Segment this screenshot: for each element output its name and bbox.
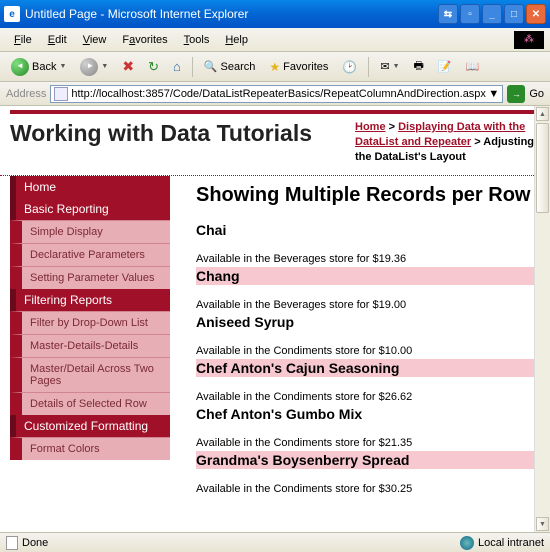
address-input[interactable]: http://localhost:3857/Code/DataListRepea…	[50, 85, 503, 103]
window-titlebar: e Untitled Page - Microsoft Internet Exp…	[0, 0, 550, 28]
go-button[interactable]: →	[507, 85, 525, 103]
status-zone: Local intranet	[460, 536, 544, 550]
refresh-icon: ↻	[148, 59, 159, 75]
page-title: Working with Data Tutorials	[10, 120, 339, 165]
home-icon: ⌂	[173, 59, 181, 74]
star-icon: ★	[269, 60, 280, 74]
menu-tools[interactable]: Tools	[176, 32, 218, 48]
sidebar: Home Basic Reporting Simple Display Decl…	[10, 176, 170, 506]
stop-icon: ✖	[122, 58, 134, 75]
search-icon: 🔍	[204, 60, 218, 73]
sidebar-cat-basic[interactable]: Basic Reporting	[10, 198, 170, 220]
product-availability: Available in the Condiments store for $3…	[196, 483, 542, 495]
product-availability: Available in the Beverages store for $19…	[196, 253, 542, 265]
edit-button[interactable]: 📝	[433, 58, 457, 75]
sidebar-item[interactable]: Declarative Parameters	[10, 243, 170, 266]
scroll-track[interactable]	[535, 214, 550, 516]
status-done: Done	[6, 536, 48, 550]
refresh-button[interactable]: ↻	[143, 57, 164, 77]
menu-edit[interactable]: Edit	[40, 32, 75, 48]
viewport: Working with Data Tutorials Home > Displ…	[0, 106, 550, 532]
menu-favorites[interactable]: Favorites	[114, 32, 175, 48]
product-name: Chef Anton's Cajun Seasoning	[196, 359, 542, 377]
address-url: http://localhost:3857/Code/DataListRepea…	[71, 88, 486, 100]
back-icon	[11, 58, 29, 76]
address-label: Address	[6, 88, 46, 100]
chevron-down-icon: ▼	[101, 63, 108, 70]
sidebar-item[interactable]: Filter by Drop-Down List	[10, 311, 170, 334]
sidebar-item[interactable]: Details of Selected Row	[10, 392, 170, 415]
product-name: Aniseed Syrup	[196, 313, 542, 331]
sidebar-item[interactable]: Setting Parameter Values	[10, 266, 170, 289]
address-bar: Address http://localhost:3857/Code/DataL…	[0, 82, 550, 106]
document-icon	[6, 536, 18, 550]
back-label: Back	[32, 61, 56, 73]
product-name: Grandma's Boysenberry Spread	[196, 451, 542, 469]
separator	[368, 57, 369, 77]
go-label: Go	[529, 88, 544, 100]
back-button[interactable]: Back▼	[6, 56, 71, 78]
favorites-button[interactable]: ★Favorites	[264, 58, 333, 76]
menu-view[interactable]: View	[75, 32, 115, 48]
menu-file[interactable]: File	[6, 32, 40, 48]
menu-help[interactable]: Help	[217, 32, 256, 48]
scroll-thumb[interactable]	[536, 123, 549, 213]
forward-icon	[80, 58, 98, 76]
edit-icon: 📝	[438, 60, 452, 73]
statusbar: Done Local intranet	[0, 532, 550, 552]
stop-button[interactable]: ✖	[117, 56, 139, 77]
product-availability: Available in the Beverages store for $19…	[196, 299, 542, 311]
window-title: Untitled Page - Microsoft Internet Explo…	[25, 7, 438, 21]
product-name: Chef Anton's Gumbo Mix	[196, 405, 542, 423]
aux2-button[interactable]: ▫	[460, 4, 480, 24]
separator	[192, 57, 193, 77]
page-header: Working with Data Tutorials Home > Displ…	[0, 114, 550, 176]
minimize-button[interactable]: _	[482, 4, 502, 24]
vertical-scrollbar[interactable]: ▲ ▼	[534, 106, 550, 532]
sidebar-cat-filtering[interactable]: Filtering Reports	[10, 289, 170, 311]
scroll-down-button[interactable]: ▼	[536, 517, 549, 531]
scroll-up-button[interactable]: ▲	[536, 107, 549, 121]
crumb-home[interactable]: Home	[355, 121, 386, 133]
sidebar-item[interactable]: Master-Details-Details	[10, 334, 170, 357]
book-icon: 📖	[466, 60, 480, 73]
chevron-down-icon[interactable]: ▼	[488, 88, 499, 100]
favorites-label: Favorites	[283, 61, 328, 73]
history-button[interactable]: 🕑	[337, 58, 362, 76]
research-button[interactable]: 📖	[461, 58, 485, 75]
content-heading: Showing Multiple Records per Row	[196, 184, 542, 207]
print-button[interactable]: 🖶	[409, 55, 429, 78]
print-icon: 🖶	[414, 57, 424, 76]
maximize-button[interactable]: □	[504, 4, 524, 24]
product-availability: Available in the Condiments store for $1…	[196, 345, 542, 357]
search-label: Search	[221, 61, 256, 73]
sidebar-cat-custom[interactable]: Customized Formatting	[10, 415, 170, 437]
intranet-icon	[460, 536, 474, 550]
history-icon: 🕑	[342, 60, 357, 74]
close-button[interactable]: ✕	[526, 4, 546, 24]
product-availability: Available in the Condiments store for $2…	[196, 391, 542, 403]
page-icon	[54, 87, 68, 101]
home-button[interactable]: ⌂	[168, 57, 186, 76]
forward-button[interactable]: ▼	[75, 56, 113, 78]
ie-icon: e	[4, 6, 20, 22]
sidebar-item-home[interactable]: Home	[10, 176, 170, 198]
sidebar-item[interactable]: Simple Display	[10, 220, 170, 243]
toolbar: Back▼ ▼ ✖ ↻ ⌂ 🔍Search ★Favorites 🕑 ✉▼ 🖶 …	[0, 52, 550, 82]
main-content: Showing Multiple Records per Row Chai Ava…	[170, 176, 550, 506]
breadcrumb: Home > Displaying Data with the DataList…	[355, 120, 540, 165]
sidebar-item[interactable]: Format Colors	[10, 437, 170, 460]
mail-icon: ✉	[380, 60, 389, 73]
mail-button[interactable]: ✉▼	[375, 58, 404, 75]
throbber-icon: ⁂	[514, 31, 544, 49]
sidebar-item[interactable]: Master/Detail Across Two Pages	[10, 357, 170, 392]
search-button[interactable]: 🔍Search	[199, 58, 261, 75]
product-availability: Available in the Condiments store for $2…	[196, 437, 542, 449]
product-name: Chang	[196, 267, 542, 285]
aux1-button[interactable]: ⇆	[438, 4, 458, 24]
chevron-down-icon: ▼	[59, 63, 66, 70]
product-name: Chai	[196, 221, 542, 239]
menubar: File Edit View Favorites Tools Help ⁂	[0, 28, 550, 52]
